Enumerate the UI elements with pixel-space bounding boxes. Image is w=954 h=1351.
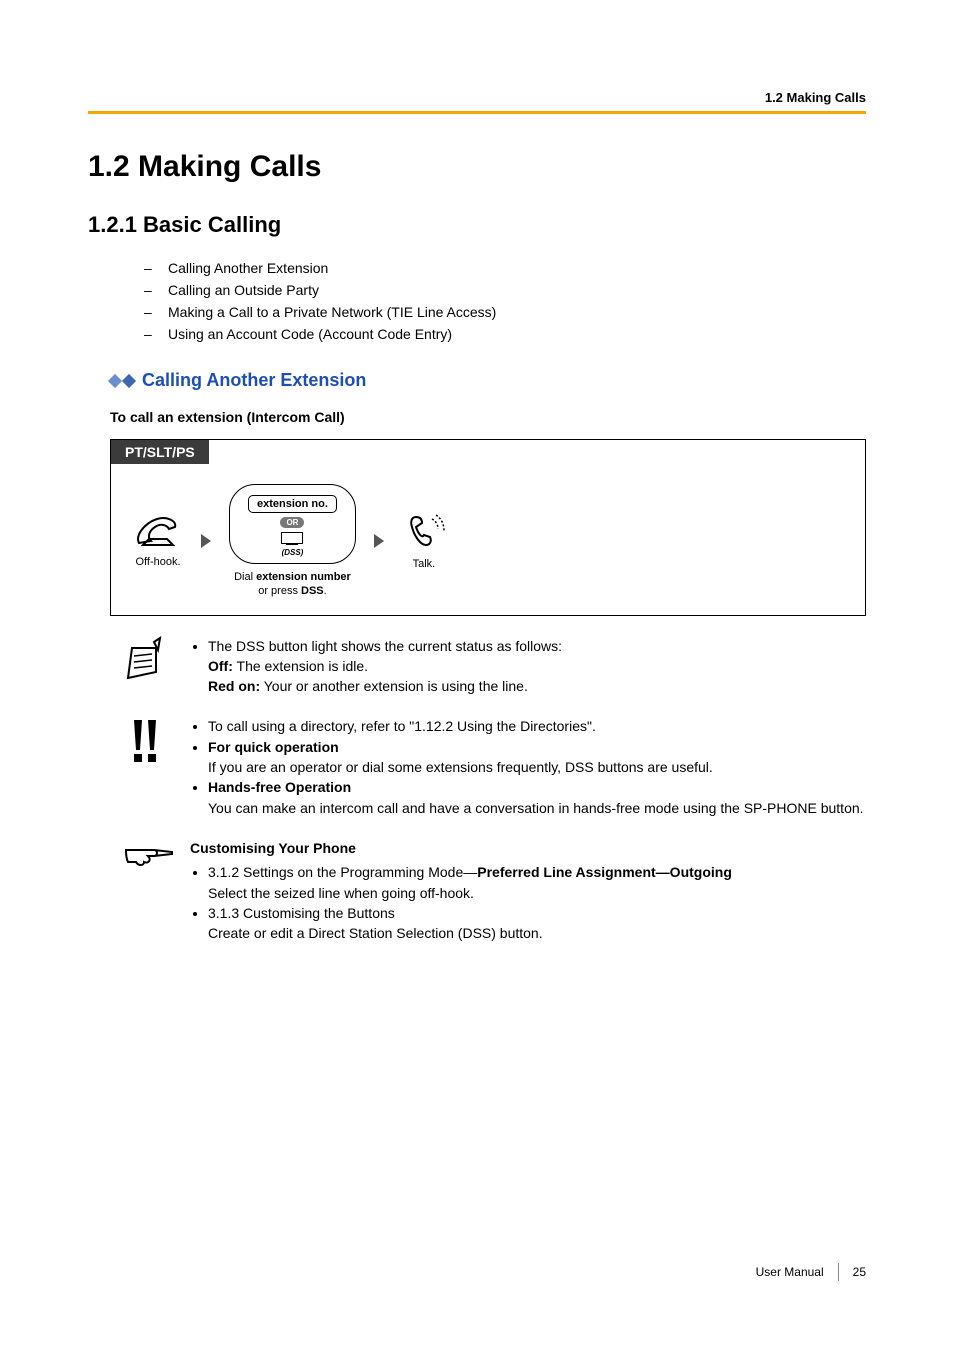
- dial-options: extension no. OR (DSS): [229, 484, 356, 564]
- step-off-hook: Off-hook.: [133, 513, 183, 569]
- extension-number-box: extension no.: [248, 495, 337, 513]
- topic-heading: Calling Another Extension: [110, 370, 866, 391]
- text: 3.1.3 Customising the Buttons: [208, 905, 395, 921]
- page: 1.2 Making Calls 1.2 Making Calls 1.2.1 …: [0, 0, 954, 1351]
- note-body: To call using a directory, refer to "1.1…: [190, 716, 866, 817]
- text: .: [324, 585, 327, 597]
- text-bold: Off:: [208, 658, 233, 674]
- step-caption: Dial extension number or press DSS.: [234, 570, 351, 599]
- note-tips: To call using a directory, refer to "1.1…: [124, 716, 866, 817]
- note-status: The DSS button light shows the current s…: [124, 636, 866, 697]
- accent-bar: [88, 111, 866, 114]
- note-line: 3.1.3 Customising the Buttons Create or …: [208, 903, 866, 944]
- subsection-title: 1.2.1 Basic Calling: [88, 212, 866, 238]
- note-line: For quick operation If you are an operat…: [208, 737, 866, 778]
- text: If you are an operator or dial some exte…: [208, 759, 713, 775]
- note-line: To call using a directory, refer to "1.1…: [208, 716, 866, 736]
- step-caption: Off-hook.: [135, 555, 180, 569]
- step-talk: Talk.: [402, 511, 446, 571]
- list-item: Using an Account Code (Account Code Entr…: [88, 326, 866, 342]
- dss-label: (DSS): [282, 548, 304, 557]
- topic-heading-text: Calling Another Extension: [142, 370, 366, 391]
- handset-talk-icon: [402, 511, 446, 551]
- procedure-box: PT/SLT/PS Off-hook. extension no. OR (DS…: [110, 439, 866, 616]
- list-item: Making a Call to a Private Network (TIE …: [88, 304, 866, 320]
- note-body: Customising Your Phone 3.1.2 Settings on…: [190, 838, 866, 943]
- or-label: OR: [280, 517, 304, 528]
- text: Create or edit a Direct Station Selectio…: [208, 925, 543, 941]
- arrow-icon: [201, 534, 211, 548]
- text-bold: For quick operation: [208, 739, 339, 755]
- step-caption: Talk.: [413, 557, 436, 571]
- text: or press: [258, 585, 301, 597]
- topic-list: Calling Another Extension Calling an Out…: [88, 260, 866, 342]
- notepad-icon: [124, 636, 174, 697]
- procedure-title: To call an extension (Intercom Call): [110, 409, 866, 425]
- section-title: 1.2 Making Calls: [88, 150, 866, 184]
- arrow-icon: [374, 534, 384, 548]
- procedure-tab: PT/SLT/PS: [111, 440, 209, 464]
- procedure-steps: Off-hook. extension no. OR (DSS) Dial ex…: [111, 464, 865, 615]
- text: The extension is idle.: [233, 658, 368, 674]
- text: Dial: [234, 571, 256, 583]
- text: Your or another extension is using the l…: [260, 678, 528, 694]
- note-line: The DSS button light shows the current s…: [208, 636, 866, 697]
- text-bold: extension number: [256, 571, 351, 583]
- hand-point-icon: [124, 838, 174, 943]
- note-line: 3.1.2 Settings on the Programming Mode—P…: [208, 862, 866, 903]
- list-item: Calling an Outside Party: [88, 282, 866, 298]
- customise-heading: Customising Your Phone: [190, 838, 866, 858]
- text-bold: Hands-free Operation: [208, 779, 351, 795]
- footer-divider: [838, 1263, 839, 1281]
- diamond-icon: [122, 373, 136, 387]
- list-item: Calling Another Extension: [88, 260, 866, 276]
- text-bold: Red on:: [208, 678, 260, 694]
- header-breadcrumb: 1.2 Making Calls: [88, 90, 866, 105]
- footer-page-number: 25: [853, 1265, 866, 1279]
- page-footer: User Manual 25: [756, 1263, 866, 1281]
- step-dial: extension no. OR (DSS) Dial extension nu…: [229, 484, 356, 599]
- text: The DSS button light shows the current s…: [208, 638, 562, 654]
- exclaim-icon: [124, 716, 174, 817]
- diamond-icon: [108, 373, 122, 387]
- text-bold: Preferred Line Assignment—Outgoing: [477, 864, 732, 880]
- phone-off-hook-icon: [133, 513, 183, 549]
- text: You can make an intercom call and have a…: [208, 800, 864, 816]
- text: 3.1.2 Settings on the Programming Mode—: [208, 864, 477, 880]
- note-customise: Customising Your Phone 3.1.2 Settings on…: [124, 838, 866, 943]
- dss-key-icon: [281, 532, 303, 544]
- footer-manual-label: User Manual: [756, 1265, 824, 1279]
- note-line: Hands-free Operation You can make an int…: [208, 777, 866, 818]
- text-bold: DSS: [301, 585, 324, 597]
- note-body: The DSS button light shows the current s…: [190, 636, 866, 697]
- text: Select the seized line when going off-ho…: [208, 885, 474, 901]
